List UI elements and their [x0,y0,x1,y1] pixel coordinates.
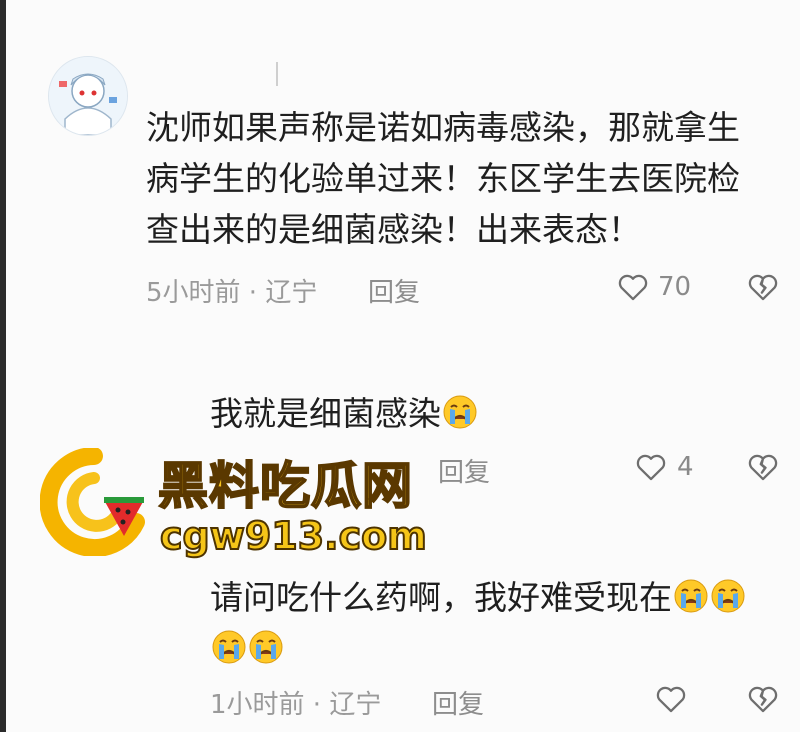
dislike-broken-heart-icon[interactable] [746,450,780,484]
reply-button[interactable]: 回复 [438,452,490,489]
like-heart-icon[interactable] [654,682,688,716]
crying-face-emoji-icon [443,395,477,429]
dislike-broken-heart-icon[interactable] [746,270,780,304]
comment-meta: 5小时前 · 辽宁 [146,278,318,308]
dislike-broken-heart-icon[interactable] [746,682,780,716]
screen-edge [0,0,6,732]
comment-text-line: 沈师如果声称是诺如病毒感染，那就拿生 [146,108,740,147]
comment-meta: 1小时前 · 辽宁 [210,690,382,720]
crying-face-emoji-icon [249,630,283,664]
reply-text-content: 我就是细菌感染 [210,394,441,433]
reply-text-line: 请问吃什么药啊，我好难受现在 [210,572,790,623]
reply-emoji-line [210,623,790,674]
user-avatar[interactable] [48,56,128,136]
like-heart-icon[interactable] [634,450,668,484]
watermark-url: cgw913.com [159,513,428,559]
like-count: 4 [677,452,694,482]
watermark-title: 黑料吃瓜网 [157,456,413,516]
reply-button[interactable]: 回复 [432,684,484,721]
reply-text: 请问吃什么药啊，我好难受现在 [210,572,790,674]
avatar-illustration-icon [49,57,127,135]
like-heart-icon[interactable] [616,270,650,304]
like-count: 70 [658,272,692,302]
watermark-logo-icon [39,447,148,557]
comment-text-line: 病学生的化验单过来！东区学生去医院检 [146,159,740,198]
comment-text: 沈师如果声称是诺如病毒感染，那就拿生 病学生的化验单过来！东区学生去医院检 查出… [146,102,786,255]
reply-text-content: 请问吃什么药啊，我好难受现在 [210,578,672,617]
comment-text-line: 查出来的是细菌感染！出来表态！ [146,210,641,249]
reply-text: 我就是细菌感染 [210,388,478,439]
cursor-mark [276,62,278,86]
reply-button[interactable]: 回复 [368,272,420,309]
crying-face-emoji-icon [674,579,708,613]
crying-face-emoji-icon [212,630,246,664]
crying-face-emoji-icon [711,579,745,613]
